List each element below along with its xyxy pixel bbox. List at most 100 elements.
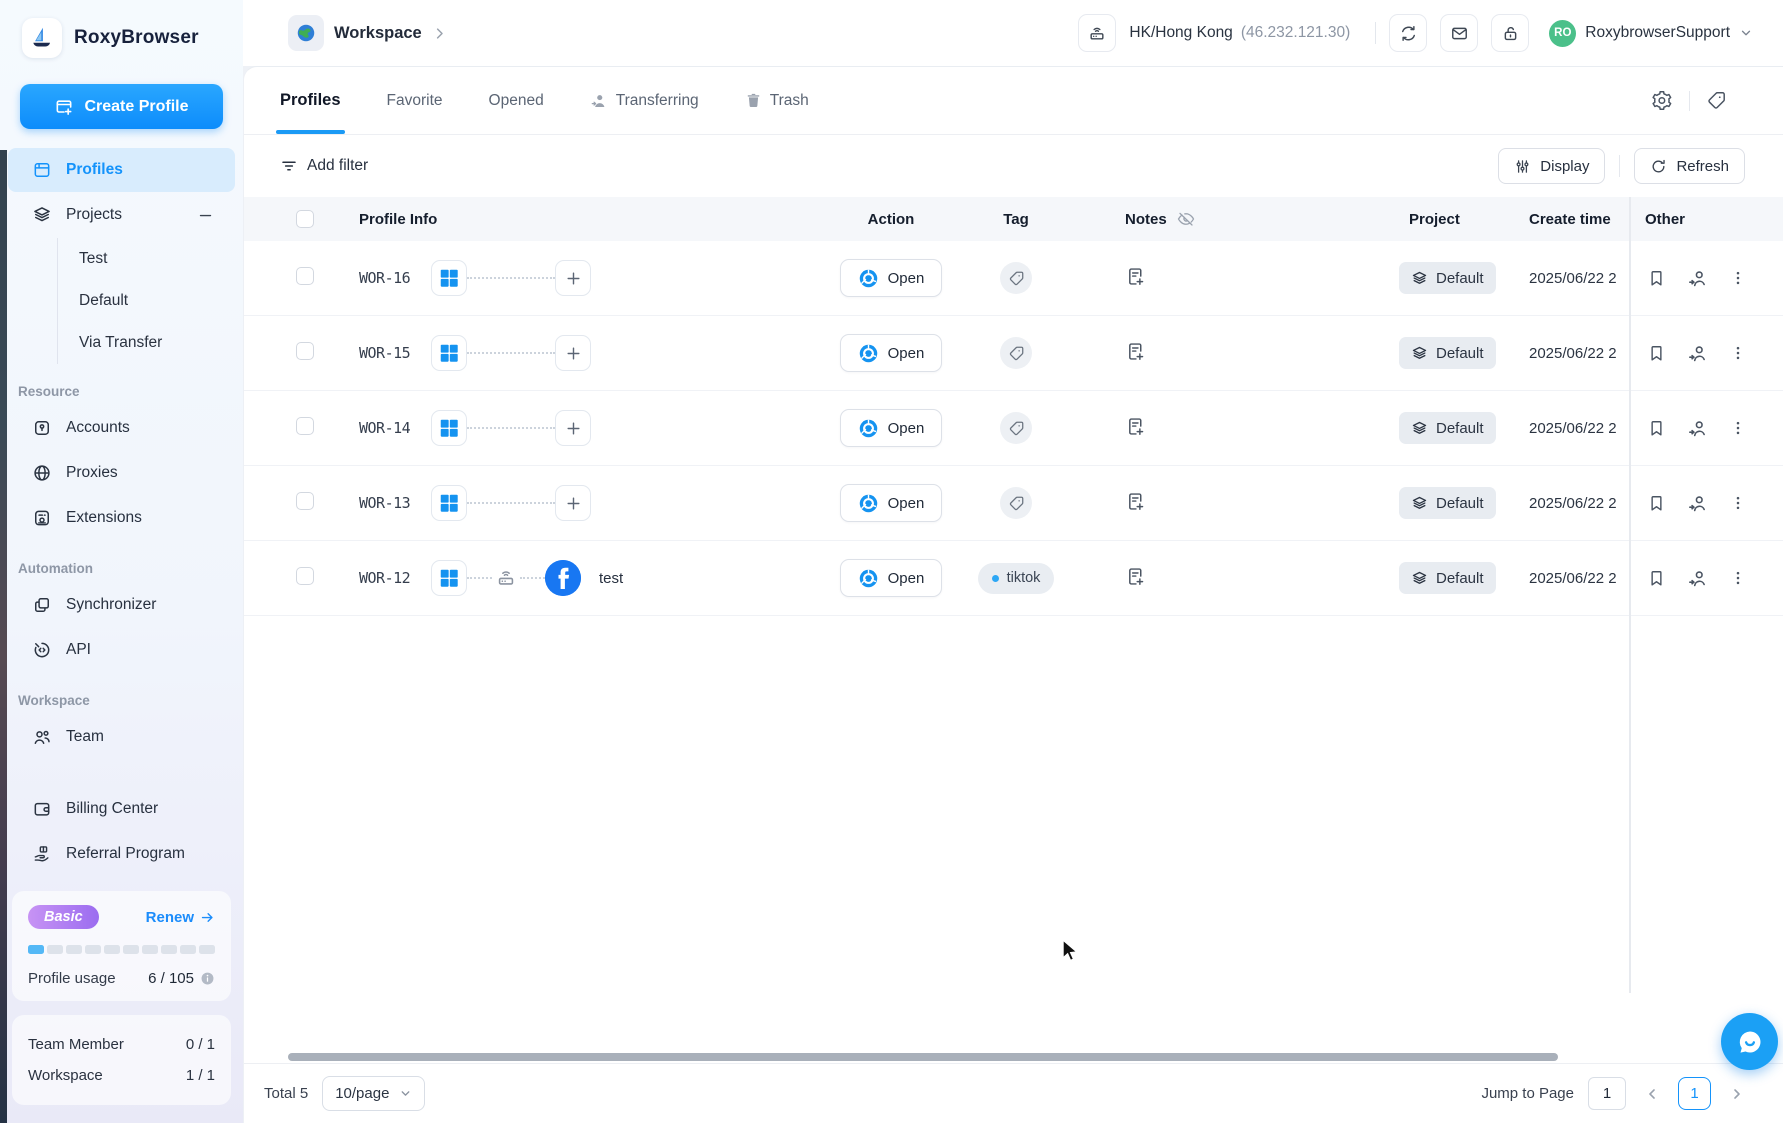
- sidebar-item-team[interactable]: Team: [8, 715, 235, 759]
- bookmark-button[interactable]: [1647, 494, 1666, 513]
- open-profile-button[interactable]: Open: [839, 484, 943, 522]
- support-chat-button[interactable]: [1721, 1013, 1778, 1070]
- project-chip[interactable]: Default: [1399, 412, 1496, 444]
- open-profile-button[interactable]: Open: [839, 259, 943, 297]
- transfer-profile-button[interactable]: [1687, 568, 1708, 589]
- sidebar-item-synchronizer[interactable]: Synchronizer: [8, 583, 235, 627]
- windows-platform-icon[interactable]: [431, 260, 467, 296]
- windows-platform-icon[interactable]: [431, 335, 467, 371]
- sidebar-item-billing-center[interactable]: Billing Center: [8, 787, 235, 831]
- more-actions-button[interactable]: [1729, 569, 1747, 587]
- project-item-test[interactable]: Test: [79, 238, 243, 280]
- synchronizer-icon: [32, 595, 52, 615]
- info-icon[interactable]: [200, 971, 215, 986]
- add-note-button[interactable]: [1125, 266, 1146, 287]
- transfer-profile-button[interactable]: [1687, 268, 1708, 289]
- add-account-button[interactable]: [555, 260, 591, 296]
- add-tag-button[interactable]: [1000, 487, 1032, 519]
- project-chip[interactable]: Default: [1399, 562, 1496, 594]
- table-row: WOR-16 Open Default 2025/06/22 2: [244, 241, 1783, 316]
- horizontal-scrollbar[interactable]: [288, 1053, 1558, 1061]
- sync-button[interactable]: [1389, 14, 1428, 52]
- sidebar-item-referral-program[interactable]: Referral Program: [8, 832, 235, 876]
- add-note-button[interactable]: [1125, 341, 1146, 362]
- add-account-button[interactable]: [555, 335, 591, 371]
- sidebar-item-accounts[interactable]: Accounts: [8, 406, 235, 450]
- proxy-status-button[interactable]: [1078, 14, 1117, 52]
- project-chip[interactable]: Default: [1399, 262, 1496, 294]
- jump-to-page-input[interactable]: [1588, 1077, 1626, 1110]
- sidebar-item-label: Profiles: [66, 161, 123, 178]
- row-checkbox[interactable]: [296, 267, 314, 285]
- sidebar-item-proxies[interactable]: Proxies: [8, 451, 235, 495]
- row-checkbox[interactable]: [296, 417, 314, 435]
- project-item-via-transfer[interactable]: Via Transfer: [79, 322, 243, 364]
- breadcrumb[interactable]: Workspace: [288, 15, 447, 51]
- row-checkbox[interactable]: [296, 567, 314, 585]
- add-note-button[interactable]: [1125, 566, 1146, 587]
- tab-transferring[interactable]: Transferring: [590, 67, 699, 134]
- bookmark-button[interactable]: [1647, 419, 1666, 438]
- row-checkbox[interactable]: [296, 342, 314, 360]
- create-profile-button[interactable]: Create Profile: [20, 84, 223, 129]
- open-profile-button[interactable]: Open: [839, 559, 943, 597]
- transfer-profile-button[interactable]: [1687, 343, 1708, 364]
- eye-off-icon[interactable]: [1177, 210, 1195, 228]
- lock-button[interactable]: [1491, 14, 1530, 52]
- add-note-button[interactable]: [1125, 491, 1146, 512]
- prev-page-button[interactable]: [1640, 1082, 1664, 1106]
- project-chip[interactable]: Default: [1399, 337, 1496, 369]
- add-filter-button[interactable]: Add filter: [280, 157, 368, 175]
- more-actions-button[interactable]: [1729, 344, 1747, 362]
- sidebar-item-projects[interactable]: Projects: [8, 193, 235, 237]
- refresh-icon: [1652, 159, 1666, 172]
- display-button[interactable]: Display: [1498, 148, 1606, 184]
- tab-profiles[interactable]: Profiles: [276, 67, 345, 134]
- next-page-button[interactable]: [1725, 1082, 1749, 1106]
- more-actions-button[interactable]: [1729, 494, 1747, 512]
- settings-gear-icon[interactable]: [1652, 90, 1673, 111]
- open-profile-button[interactable]: Open: [839, 334, 943, 372]
- add-note-button[interactable]: [1125, 416, 1146, 437]
- mail-button[interactable]: [1440, 14, 1479, 52]
- sidebar-item-profiles[interactable]: Profiles: [8, 148, 235, 192]
- sidebar-item-api[interactable]: API: [8, 628, 235, 672]
- tab-opened[interactable]: Opened: [489, 67, 544, 134]
- bookmark-button[interactable]: [1647, 569, 1666, 588]
- user-menu[interactable]: RO RoxybrowserSupport: [1542, 13, 1763, 53]
- add-account-button[interactable]: [555, 485, 591, 521]
- project-item-default[interactable]: Default: [79, 280, 243, 322]
- project-chip[interactable]: Default: [1399, 487, 1496, 519]
- windows-platform-icon[interactable]: [431, 410, 467, 446]
- table-row: WOR-15 Open Default 2025/06/22 2: [244, 316, 1783, 391]
- transfer-profile-button[interactable]: [1687, 493, 1708, 514]
- more-actions-button[interactable]: [1729, 419, 1747, 437]
- bookmark-button[interactable]: [1647, 269, 1666, 288]
- add-tag-button[interactable]: [1000, 337, 1032, 369]
- transfer-profile-button[interactable]: [1687, 418, 1708, 439]
- facebook-icon[interactable]: [545, 560, 581, 596]
- page-size-select[interactable]: 10/page: [322, 1076, 426, 1111]
- sidebar-item-extensions[interactable]: Extensions: [8, 496, 235, 540]
- tag-manager-icon[interactable]: [1706, 90, 1727, 111]
- workspace-globe-icon: [288, 15, 324, 51]
- page-1-button[interactable]: 1: [1678, 1077, 1711, 1110]
- tab-favorite[interactable]: Favorite: [387, 67, 443, 134]
- bookmark-button[interactable]: [1647, 344, 1666, 363]
- proxy-router-icon[interactable]: [495, 567, 517, 589]
- refresh-button[interactable]: Refresh: [1634, 148, 1745, 184]
- tab-trash[interactable]: Trash: [745, 67, 809, 134]
- create-time: 2025/06/22 2: [1529, 569, 1617, 587]
- renew-link[interactable]: Renew: [146, 909, 215, 926]
- tag-pill[interactable]: tiktok: [977, 562, 1055, 594]
- windows-platform-icon[interactable]: [431, 560, 467, 596]
- more-actions-button[interactable]: [1729, 269, 1747, 287]
- add-tag-button[interactable]: [1000, 262, 1032, 294]
- row-checkbox[interactable]: [296, 492, 314, 510]
- open-profile-button[interactable]: Open: [839, 409, 943, 447]
- select-all-checkbox[interactable]: [296, 210, 314, 228]
- add-tag-button[interactable]: [1000, 412, 1032, 444]
- collapse-minus-icon[interactable]: [198, 208, 213, 223]
- add-account-button[interactable]: [555, 410, 591, 446]
- windows-platform-icon[interactable]: [431, 485, 467, 521]
